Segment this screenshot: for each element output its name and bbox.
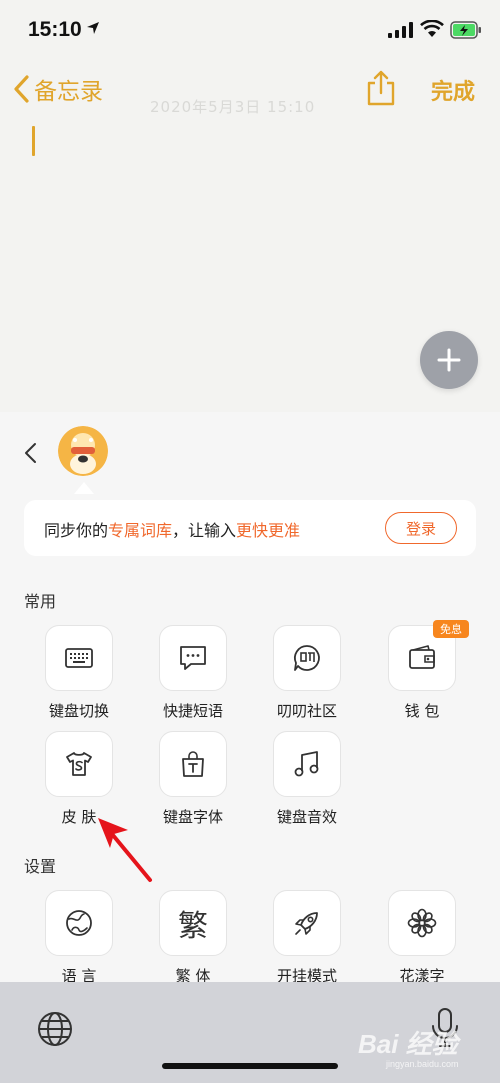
tile-fancy-text[interactable] — [388, 890, 456, 956]
status-bar: 15:10 — [0, 0, 500, 60]
plus-icon — [437, 348, 461, 372]
sync-text-part1: 同步你的 — [44, 521, 109, 540]
tshirt-icon — [66, 752, 92, 776]
tile-language[interactable] — [45, 890, 113, 956]
battery-charging-icon — [450, 21, 481, 39]
tile-label: 快捷短语 — [162, 702, 223, 720]
done-button[interactable]: 完成 — [431, 74, 475, 106]
login-button[interactable]: 登录 — [385, 512, 457, 544]
tile-label: 钱 包 — [404, 702, 440, 720]
sync-message: 同步你的专属词库，让输入更快更准 — [44, 517, 300, 541]
tile-community[interactable] — [273, 625, 341, 691]
tile-keyboard-font[interactable] — [159, 731, 227, 797]
tile-label: 叨叨社区 — [276, 702, 337, 720]
tile-keyboard-sound[interactable] — [273, 731, 341, 797]
location-arrow-icon — [87, 22, 99, 34]
rocket-icon — [295, 912, 318, 935]
font-bag-icon — [182, 751, 204, 777]
section-title-common: 常用 — [24, 592, 57, 611]
note-date: 2020年5月3日 15:10 — [150, 98, 316, 116]
cell-signal-icon — [388, 22, 413, 38]
watermark-url: jingyan.baidu.com — [386, 1059, 459, 1069]
sync-text-part4: 更快更准 — [236, 521, 301, 540]
text-cursor — [32, 126, 35, 156]
avatar[interactable] — [58, 426, 108, 476]
tile-label: 键盘切换 — [48, 702, 109, 720]
community-icon — [294, 645, 320, 671]
sync-card[interactable]: 同步你的专属词库，让输入更快更准 登录 — [24, 500, 476, 556]
keyboard-icon — [65, 648, 93, 668]
status-time: 15:10 — [28, 18, 82, 41]
section-title-settings: 设置 — [24, 857, 57, 876]
panel-back-icon[interactable] — [22, 442, 40, 464]
back-label: 备忘录 — [34, 79, 103, 105]
wifi-icon — [420, 20, 444, 37]
back-to-notes-button[interactable]: 备忘录 — [12, 72, 103, 106]
avatar-pointer — [74, 482, 94, 494]
red-arrow-annotation — [98, 818, 152, 882]
free-interest-badge: 免息 — [433, 620, 469, 638]
share-icon[interactable] — [366, 70, 396, 106]
tile-quick-phrases[interactable] — [159, 625, 227, 691]
add-button[interactable] — [420, 331, 478, 389]
chevron-left-icon — [14, 75, 29, 103]
watermark: Bai 经验 — [358, 1029, 458, 1059]
chat-bubble-icon — [180, 646, 206, 670]
tile-cheat-mode[interactable] — [273, 890, 341, 956]
tile-label: 键盘音效 — [276, 808, 337, 826]
sync-text-part2: 专属词库 — [108, 521, 173, 540]
sync-text-part3: ，让输入 — [172, 521, 237, 540]
wallet-icon — [409, 645, 435, 669]
traditional-char-icon: 繁 — [178, 909, 208, 944]
tile-skins[interactable] — [45, 731, 113, 797]
globe-switch-icon[interactable] — [36, 1010, 74, 1048]
flower-icon — [407, 908, 437, 938]
tile-traditional[interactable]: 繁 — [159, 890, 227, 956]
home-indicator — [162, 1063, 338, 1069]
music-note-icon — [294, 751, 319, 777]
globe-icon — [66, 910, 92, 936]
tile-keyboard-switch[interactable] — [45, 625, 113, 691]
